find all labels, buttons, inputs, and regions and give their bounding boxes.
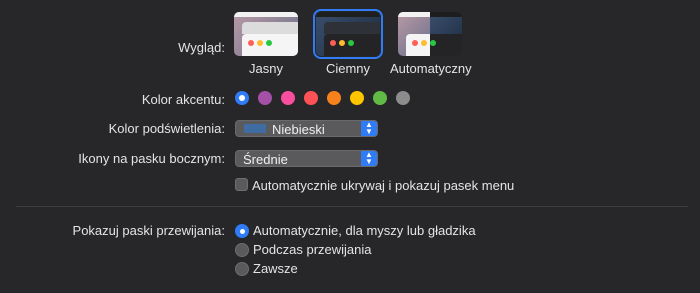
section-divider [16, 206, 688, 207]
appearance-label: Wygląd: [178, 40, 225, 55]
scrollbars-automatic-label[interactable]: Automatycznie, dla myszy lub gładzika [253, 223, 476, 238]
highlight-color-swatch [244, 124, 266, 133]
sidebar-icon-size-popup[interactable]: Średnie ▲ ▼ [235, 150, 378, 167]
scrollbars-automatic-radio[interactable] [235, 224, 249, 238]
appearance-auto-label[interactable]: Automatyczny [390, 61, 472, 76]
highlight-color-value: Niebieski [272, 122, 325, 137]
accent-color-label: Kolor akcentu: [141, 92, 225, 107]
appearance-dark-label[interactable]: Ciemny [316, 61, 380, 76]
accent-color-option[interactable] [281, 91, 295, 105]
accent-color-option[interactable] [304, 91, 318, 105]
scrollbars-when-scrolling-label[interactable]: Podczas przewijania [253, 242, 372, 257]
accent-color-option[interactable] [258, 91, 272, 105]
appearance-dark-thumbnail[interactable] [313, 9, 383, 59]
appearance-auto-thumbnail[interactable] [398, 12, 462, 56]
auto-hide-menubar-label[interactable]: Automatycznie ukrywaj i pokazuj pasek me… [252, 178, 514, 193]
sidebar-icon-size-value: Średnie [243, 152, 288, 167]
scrollbars-label: Pokazuj paski przewijania: [72, 223, 225, 238]
highlight-color-label: Kolor podświetlenia: [108, 121, 225, 136]
accent-color-option[interactable] [327, 91, 341, 105]
appearance-light-thumbnail[interactable] [234, 12, 298, 56]
appearance-light-label[interactable]: Jasny [234, 61, 298, 76]
accent-color-option[interactable] [396, 91, 410, 105]
highlight-color-popup[interactable]: Niebieski ▲ ▼ [235, 120, 378, 137]
auto-hide-menubar-checkbox[interactable] [235, 178, 248, 191]
accent-color-option[interactable] [373, 91, 387, 105]
sidebar-icon-size-label: Ikony na pasku bocznym: [78, 151, 225, 166]
accent-color-option[interactable] [350, 91, 364, 105]
scrollbars-when-scrolling-radio[interactable] [235, 243, 249, 257]
scrollbars-always-label[interactable]: Zawsze [253, 261, 298, 276]
scrollbars-always-radio[interactable] [235, 262, 249, 276]
accent-color-option[interactable] [235, 91, 249, 105]
chevron-updown-icon: ▲ ▼ [361, 151, 377, 166]
chevron-updown-icon: ▲ ▼ [361, 121, 377, 136]
